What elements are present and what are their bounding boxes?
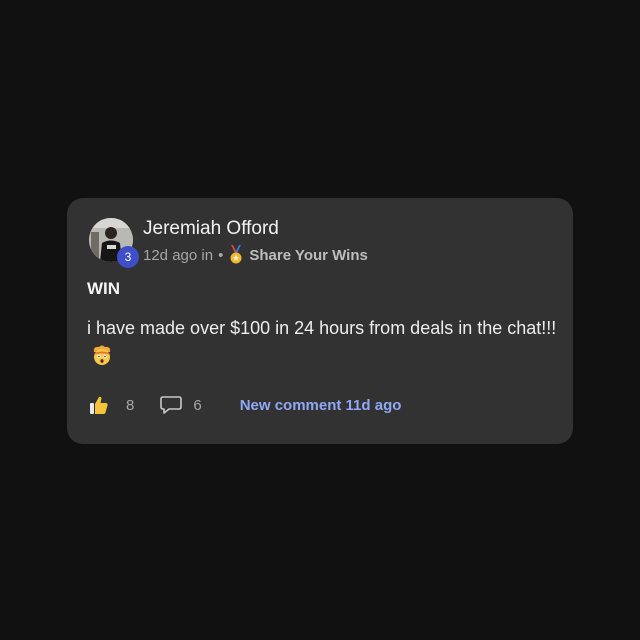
thumbs-up-icon[interactable] xyxy=(89,395,109,415)
medal-icon xyxy=(230,245,242,264)
exploding-head-emoji xyxy=(93,345,111,365)
like-count: 8 xyxy=(126,396,135,414)
meta-separator: • xyxy=(218,246,224,264)
post-card[interactable]: 3 Jeremiah Offord 12d ago in • Share You… xyxy=(67,198,573,444)
post-time: 12d ago in xyxy=(143,246,214,264)
post-body: i have made over $100 in 24 hours from d… xyxy=(87,314,557,370)
comment-count: 6 xyxy=(193,396,202,414)
level-badge: 3 xyxy=(117,246,139,268)
author-avatar-container[interactable]: 3 xyxy=(89,218,139,268)
category-link[interactable]: Share Your Wins xyxy=(249,247,368,264)
new-comment-link[interactable]: New comment 11d ago xyxy=(240,397,402,414)
author-name[interactable]: Jeremiah Offord xyxy=(143,218,279,240)
post-actions: 8 6 New comment 11d ago xyxy=(89,394,401,416)
post-meta: 12d ago in • Share Your Wins xyxy=(143,245,368,265)
post-title: WIN xyxy=(87,279,121,298)
comment-icon[interactable] xyxy=(160,395,183,415)
post-body-text: i have made over $100 in 24 hours from d… xyxy=(87,318,557,338)
